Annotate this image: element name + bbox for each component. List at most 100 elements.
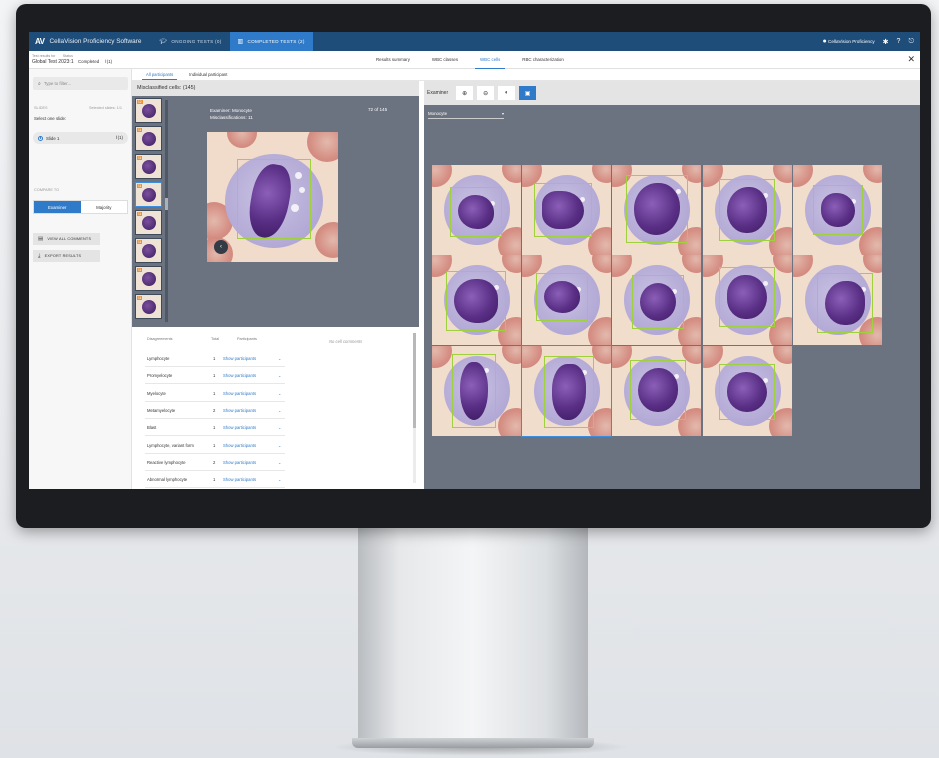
tab-wbc-classes[interactable]: WBC classes [421,51,469,69]
view-all-comments-button[interactable]: ▤ VIEW ALL COMMENTS [33,233,100,245]
cell-image[interactable] [703,165,792,255]
show-participants-link[interactable]: Show participants [223,408,256,413]
attachments-link[interactable]: ⌇(1) [105,59,113,64]
thumbnail-number: 11 [137,184,143,188]
cell-image[interactable] [522,255,611,345]
nucleus [142,104,156,118]
contrast-icon[interactable]: ◐ [498,86,516,100]
red-blood-cell [502,165,521,183]
cell-thumbnail[interactable]: 11 [135,182,162,207]
cell-thumbnail[interactable]: 12 [135,98,162,123]
cell-image[interactable] [432,165,521,255]
tab-completed-tests[interactable]: ▥ COMPLETED TESTS (2) [229,32,313,51]
slide-attachments[interactable]: ⌇(1) [115,135,123,141]
user-menu[interactable]: ● CellaVision Proficiency [823,38,875,45]
radio-selected-icon [38,135,43,141]
disagreements-panel: Disagreements Total Participants No cell… [132,327,419,489]
red-blood-cell [612,255,632,277]
tab-rbc-characterization[interactable]: RBC characterization [511,51,574,69]
detection-frame [536,273,588,321]
chevron-down-icon[interactable]: ⌄ [278,373,282,378]
chevron-down-icon[interactable]: ⌄ [278,425,282,430]
cell-thumbnail[interactable]: 11 [135,154,162,179]
cell-image[interactable] [432,255,521,345]
compare-majority-button[interactable]: Majority [81,201,128,213]
zoom-in-icon[interactable]: ⊕ [456,86,474,100]
cell-viewer: 12 11 11 11 11 11 11 11 Examiner: Monocyte Misc… [132,96,438,327]
cell-thumbnail[interactable]: 11 [135,238,162,263]
chevron-down-icon[interactable]: ⌄ [278,391,282,396]
tab-results-summary[interactable]: Results summary [365,51,421,69]
tab-individual-participant[interactable]: Individual participant [181,69,235,80]
help-icon[interactable]: ? [897,38,901,45]
export-results-button[interactable]: ⤓ EXPORT RESULTS [33,250,100,262]
cell-position-counter: 72 of 145 [368,107,388,112]
scroll-thumb[interactable] [165,198,168,210]
header-total: Total [211,337,220,341]
scroll-thumb[interactable] [413,333,416,428]
sidebar: ⌕ Type to filter... SLIDES Selected slid… [29,69,132,489]
show-participants-link[interactable]: Show participants [223,460,256,465]
tab-label: ONGOING TESTS (0) [171,39,222,44]
header-participants: Participants [237,337,257,341]
show-participants-link[interactable]: Show participants [223,443,256,448]
row-total: 1 [213,442,216,448]
dropdown-value: Monocyte [428,111,448,116]
cell-thumbnail[interactable]: 11 [135,266,162,291]
cell-thumbnail[interactable]: 11 [135,210,162,235]
app-logo: AV [35,37,45,46]
chevron-down-icon[interactable]: ⌄ [278,443,282,448]
cell-class-dropdown[interactable]: Monocyte ▾ [428,109,504,119]
close-icon[interactable]: ✕ [907,54,915,65]
tab-all-participants[interactable]: All participants [138,69,181,80]
cell-thumbnail[interactable]: 11 [135,126,162,151]
misclassified-title: Misclassified cells: (145) [132,81,419,96]
show-participants-link[interactable]: Show participants [223,373,256,378]
cell-image[interactable] [703,346,792,436]
red-blood-cell [592,165,611,183]
cell-image[interactable] [612,255,701,345]
compare-examiner-button[interactable]: Examiner [34,201,81,213]
thumbnail-scrollbar[interactable] [165,100,168,322]
monitor-stand [358,527,588,742]
cell-image[interactable] [793,255,882,345]
cell-image[interactable] [521,345,612,437]
row-cell-class: Blast [147,425,157,431]
show-participants-link[interactable]: Show participants [223,391,256,396]
logout-icon[interactable]: ⎋ [908,38,914,46]
app-name: CellaVision Proficiency Software [49,38,142,45]
cell-image[interactable] [612,165,701,255]
chevron-down-icon[interactable]: ⌄ [278,477,282,482]
previous-cell-button[interactable]: ‹ [214,240,228,254]
cell-image[interactable] [793,165,882,255]
chevron-down-icon[interactable]: ⌄ [278,460,282,465]
cell-thumbnail[interactable]: 11 [135,294,162,319]
cell-image[interactable] [703,255,792,345]
detection-frame [719,364,775,420]
tab-wbc-cells[interactable]: WBC cells [469,51,511,69]
row-total: 1 [213,373,216,379]
chevron-down-icon[interactable]: ⌄ [278,356,282,361]
slide-option-1[interactable]: Slide 1 ⌇(1) [33,132,128,144]
thumbnail-strip: 12 11 11 11 11 11 11 11 [135,98,164,325]
table-scrollbar[interactable] [413,333,416,483]
cell-image[interactable] [612,346,701,436]
test-status: Completed [78,59,100,64]
gear-icon[interactable]: ✱ [883,38,889,46]
cell-image[interactable] [522,165,611,255]
detection-frame [626,175,688,243]
tab-ongoing-tests[interactable]: 🎓︎ ONGOING TESTS (0) [151,32,229,51]
detection-frame [813,185,863,235]
red-blood-cell [612,346,632,368]
row-total: 1 [213,390,216,396]
search-input[interactable]: ⌕ Type to filter... [33,77,128,90]
thumbnail-number: 11 [137,240,143,244]
cell-image[interactable] [432,346,521,436]
zoom-out-icon[interactable]: ⊖ [477,86,495,100]
row-cell-class: Reactive lymphocyte [147,459,186,465]
show-participants-link[interactable]: Show participants [223,425,256,430]
chevron-down-icon[interactable]: ⌄ [278,408,282,413]
show-participants-link[interactable]: Show participants [223,356,256,361]
frame-toggle-icon[interactable]: ▣ [519,86,537,100]
show-participants-link[interactable]: Show participants [223,477,256,482]
